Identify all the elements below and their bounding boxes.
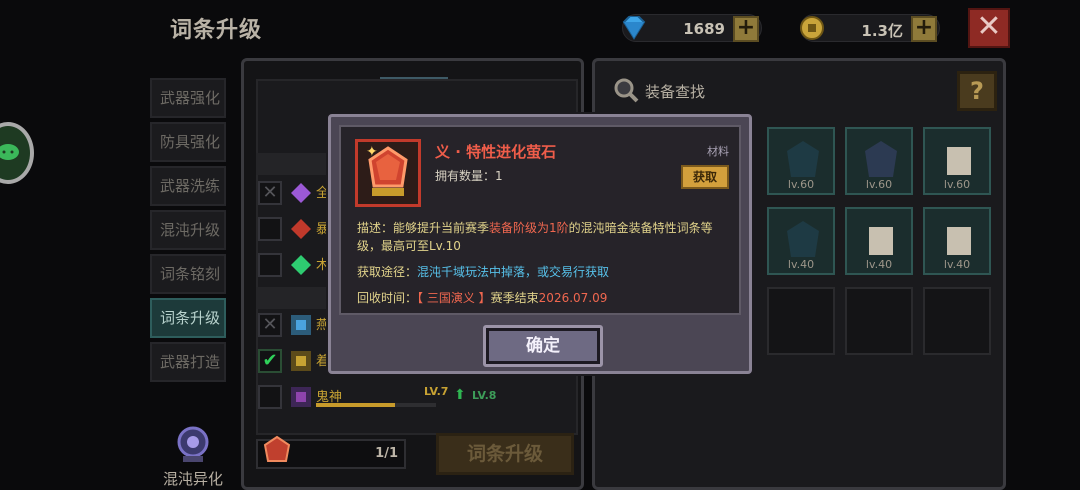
item-detail-body: ✦ 义 · 特性进化萤石 材料 拥有数量：1 获取 描述：能够提升当前赛季装备阶… [339, 125, 741, 315]
source-text: 混沌千域玩法中掉落，或交易行获取 [417, 265, 610, 279]
gem-counter: 1689 + [622, 14, 762, 42]
blue-skill-icon [290, 314, 312, 336]
affix-progress-fill [316, 403, 396, 407]
page-title: 词条升级 [170, 18, 263, 43]
equipment-slot[interactable]: lv.40 [845, 207, 913, 275]
slot-level: lv.40 [787, 258, 815, 271]
add-coin-button[interactable]: + [911, 16, 937, 42]
affix-row[interactable]: 鬼神 LV.7 ⬆ LV.8 [258, 383, 574, 413]
recycle-season: 【 三国演义 】 [417, 291, 491, 305]
green-gem-icon [290, 254, 312, 276]
armor-icon [785, 219, 821, 259]
add-gem-button[interactable]: + [733, 16, 759, 42]
slot-level: lv.40 [943, 258, 971, 271]
material-count: 1/1 [375, 446, 398, 461]
chaos-mutation-label: 混沌异化 [162, 470, 223, 488]
chat-bubble-icon[interactable] [0, 122, 34, 184]
confirm-label: 确定 [489, 331, 597, 361]
affix-upgrade-button[interactable]: 词条升级 [436, 433, 574, 475]
diamond-icon [619, 13, 649, 43]
equipment-slot[interactable]: lv.40 [767, 207, 835, 275]
affix-next-level: LV.8 [472, 389, 497, 402]
side-tab-list: 武器强化 防具强化 武器洗练 混沌升级 词条铭刻 词条升级 武器打造 [150, 78, 228, 386]
get-button[interactable]: 获取 [681, 165, 729, 189]
tab-weapon-forge[interactable]: 武器打造 [150, 342, 226, 382]
empty-slot[interactable] [845, 287, 913, 355]
confirm-button[interactable]: 确定 [483, 325, 603, 367]
recycle-mid: 赛季结束 [490, 291, 539, 305]
checkbox[interactable] [258, 385, 282, 409]
owned-count: 拥有数量：1 [435, 169, 503, 183]
equipment-slot[interactable]: lv.60 [923, 127, 991, 195]
equipment-search[interactable]: 装备查找 [613, 77, 705, 105]
coin-amount: 1.3亿 [861, 22, 903, 40]
tab-armor-enhance[interactable]: 防具强化 [150, 122, 226, 162]
fluorite-item-icon: ✦ [355, 139, 421, 207]
checkbox-checked-icon[interactable]: ✔ [258, 349, 282, 373]
affix-progress-bar [316, 403, 436, 407]
tab-weapon-reroll[interactable]: 武器洗练 [150, 166, 226, 206]
game-screen: 词条升级 1689 + 1.3亿 + ✕ 武器强化 防具强化 武器洗练 混沌升级… [0, 0, 1080, 490]
recycle-date: 2026.07.09 [538, 291, 608, 305]
help-button[interactable]: ? [957, 71, 997, 111]
checkbox-disabled-icon[interactable]: ✕ [258, 181, 282, 205]
gauntlet-icon [863, 219, 899, 259]
coin-counter: 1.3亿 + [800, 14, 940, 42]
arrow-up-icon: ⬆ [454, 387, 466, 403]
slot-level: lv.60 [865, 178, 893, 191]
affix-level: LV.7 [424, 385, 449, 398]
equipment-slot[interactable]: lv.40 [923, 207, 991, 275]
tab-affix-upgrade[interactable]: 词条升级 [150, 298, 226, 338]
equipment-slot[interactable]: lv.60 [845, 127, 913, 195]
gauntlet-icon [941, 219, 977, 259]
item-source: 获取途径：混沌千域玩法中掉落，或交易行获取 [357, 263, 609, 280]
svg-text:✦: ✦ [366, 144, 378, 160]
armor-icon [863, 139, 899, 179]
checkbox[interactable] [258, 253, 282, 277]
slot-level: lv.40 [865, 258, 893, 271]
item-type: 材料 [707, 145, 729, 158]
item-description: 描述：能够提升当前赛季装备阶级为1阶的混沌暗金装备特性词条等级，最高可至Lv.1… [357, 219, 733, 255]
desc-prefix: 描述：能够提升当前赛季 [357, 221, 490, 235]
empty-slot[interactable] [923, 287, 991, 355]
red-gem-icon [290, 218, 312, 240]
close-button[interactable]: ✕ [968, 8, 1010, 48]
fluorite-icon [262, 435, 292, 467]
tab-affix-engrave[interactable]: 词条铭刻 [150, 254, 226, 294]
chaos-orb-icon [171, 422, 215, 466]
gauntlet-icon [941, 139, 977, 179]
armor-icon [785, 139, 821, 179]
item-detail-dialog: ✦ 义 · 特性进化萤石 材料 拥有数量：1 获取 描述：能够提升当前赛季装备阶… [328, 114, 752, 374]
desc-highlight: 装备阶级为1阶 [489, 221, 569, 235]
checkbox-disabled-icon[interactable]: ✕ [258, 313, 282, 337]
search-label: 装备查找 [645, 83, 706, 101]
slot-level: lv.60 [943, 178, 971, 191]
recycle-time: 回收时间：【 三国演义 】赛季结束2026.07.09 [357, 289, 607, 306]
gem-amount: 1689 [683, 20, 725, 38]
coin-icon [797, 13, 827, 43]
tab-chaos-upgrade[interactable]: 混沌升级 [150, 210, 226, 250]
empty-slot[interactable] [767, 287, 835, 355]
slot-level: lv.60 [787, 178, 815, 191]
equipment-slot[interactable]: lv.60 [767, 127, 835, 195]
purple-gem-icon [290, 182, 312, 204]
purple-skill-icon [290, 386, 312, 408]
recycle-prefix: 回收时间： [357, 291, 418, 305]
tab-weapon-enhance[interactable]: 武器强化 [150, 78, 226, 118]
item-name: 义 · 特性进化萤石 [435, 143, 557, 161]
checkbox[interactable] [258, 217, 282, 241]
chaos-mutation-button[interactable]: 混沌异化 [158, 422, 228, 489]
gold-skill-icon [290, 350, 312, 372]
source-prefix: 获取途径： [357, 265, 418, 279]
magnifier-icon [614, 78, 639, 103]
material-slot[interactable]: 1/1 [256, 435, 406, 469]
